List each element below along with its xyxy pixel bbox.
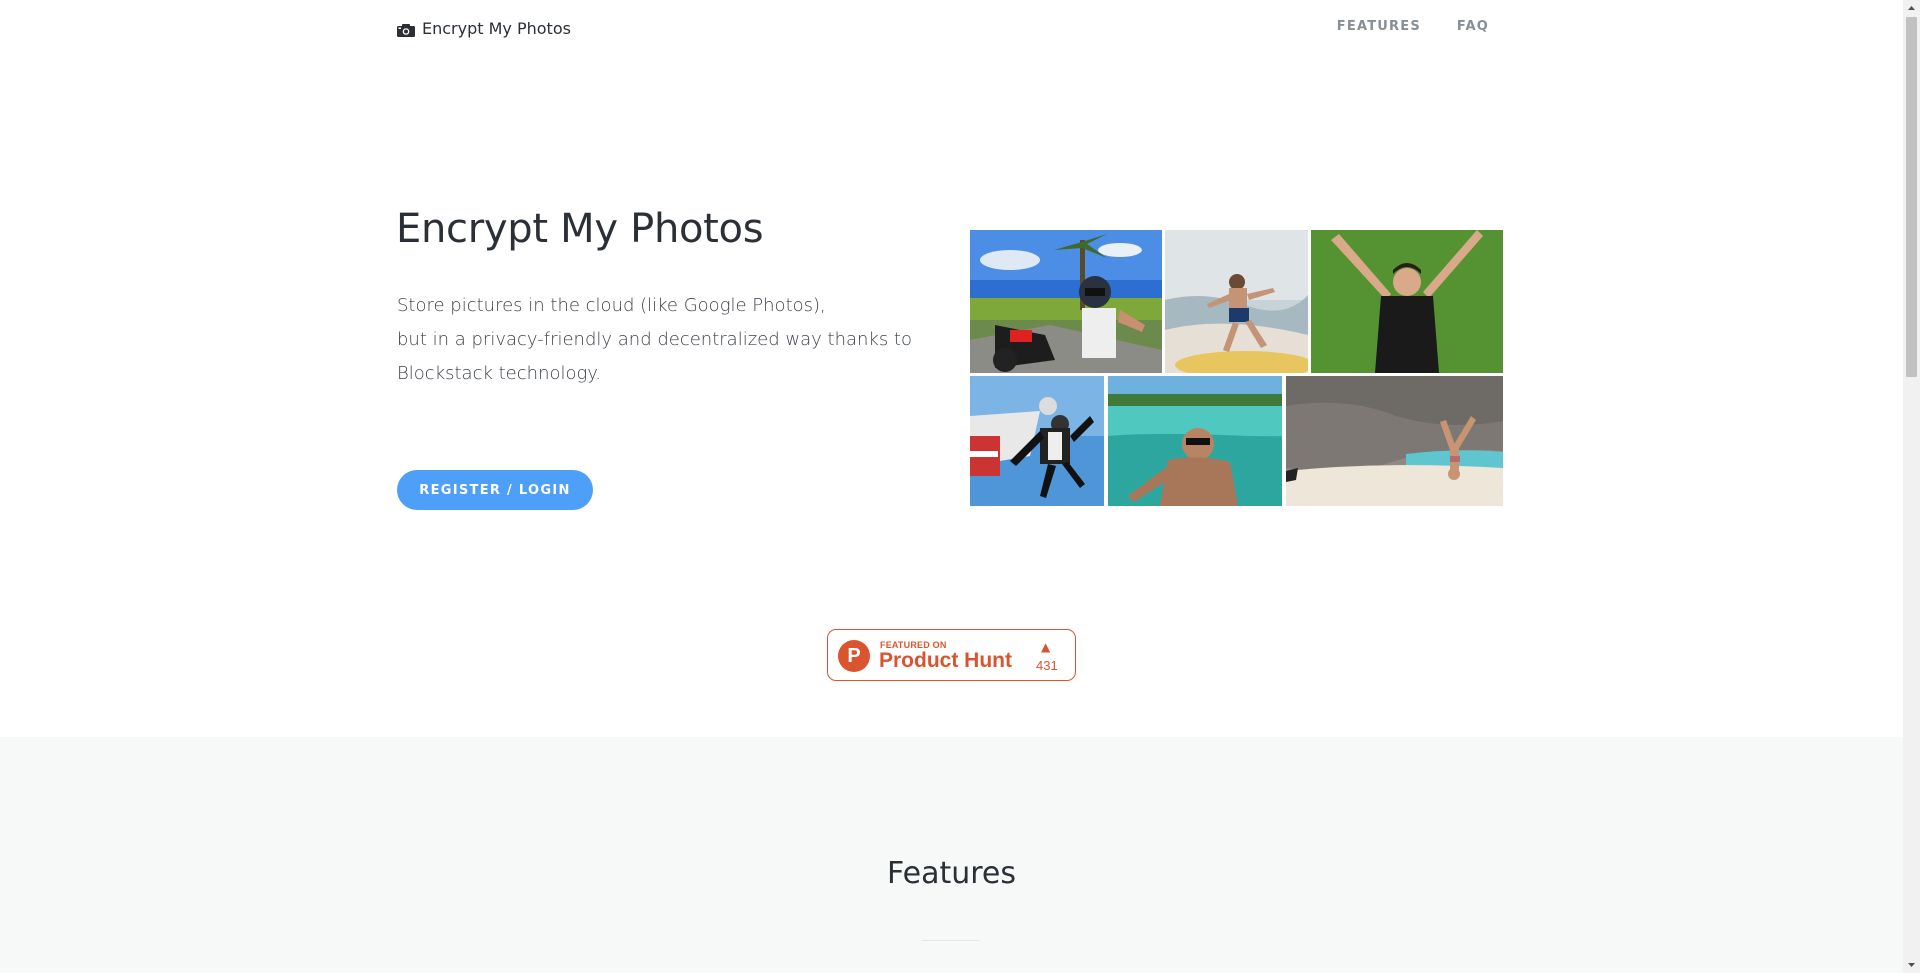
hero-description-line: Blockstack technology. bbox=[397, 363, 602, 384]
scroll-up-arrow-icon[interactable] bbox=[1903, 0, 1920, 17]
photo-man-on-grass bbox=[1311, 230, 1503, 373]
top-navbar: Encrypt My Photos FEATURES FAQ bbox=[0, 0, 1903, 56]
photo-surfer bbox=[1165, 230, 1308, 373]
hero-title: Encrypt My Photos bbox=[396, 206, 764, 252]
page: Encrypt My Photos FEATURES FAQ Encrypt M… bbox=[0, 0, 1903, 973]
camera-icon bbox=[397, 22, 415, 37]
brand-label: Encrypt My Photos bbox=[422, 19, 571, 38]
vertical-scrollbar[interactable] bbox=[1903, 0, 1920, 973]
upvote-arrow-icon: ▲ bbox=[1041, 640, 1051, 654]
hero-description: Store pictures in the cloud (like Google… bbox=[397, 289, 917, 391]
product-hunt-badge[interactable]: P FEATURED ON Product Hunt ▲ 431 bbox=[827, 629, 1076, 681]
hero-description-line: Store pictures in the cloud (like Google… bbox=[397, 295, 826, 316]
product-hunt-logo-icon: P bbox=[838, 640, 870, 672]
photo-motorcycle-selfie bbox=[970, 230, 1162, 373]
nav-link-faq[interactable]: FAQ bbox=[1457, 19, 1489, 34]
product-hunt-name: Product Hunt bbox=[879, 649, 1012, 672]
product-hunt-upvote-count: 431 bbox=[1036, 658, 1058, 673]
hero-description-line: but in a privacy-friendly and decentrali… bbox=[397, 329, 913, 350]
photo-swimmer-selfie bbox=[1108, 376, 1282, 506]
features-divider bbox=[922, 940, 980, 941]
photo-skydivers bbox=[970, 376, 1104, 506]
scroll-down-arrow-icon[interactable] bbox=[1903, 956, 1920, 973]
features-title: Features bbox=[887, 856, 1016, 891]
photo-beach-handstand bbox=[1286, 376, 1503, 506]
features-section: Features bbox=[0, 737, 1903, 973]
nav-links: FEATURES FAQ bbox=[1337, 19, 1489, 34]
register-login-button[interactable]: REGISTER / LOGIN bbox=[397, 470, 593, 510]
brand-link[interactable]: Encrypt My Photos bbox=[397, 19, 571, 38]
scrollbar-thumb[interactable] bbox=[1906, 17, 1917, 377]
nav-link-features[interactable]: FEATURES bbox=[1337, 19, 1421, 34]
